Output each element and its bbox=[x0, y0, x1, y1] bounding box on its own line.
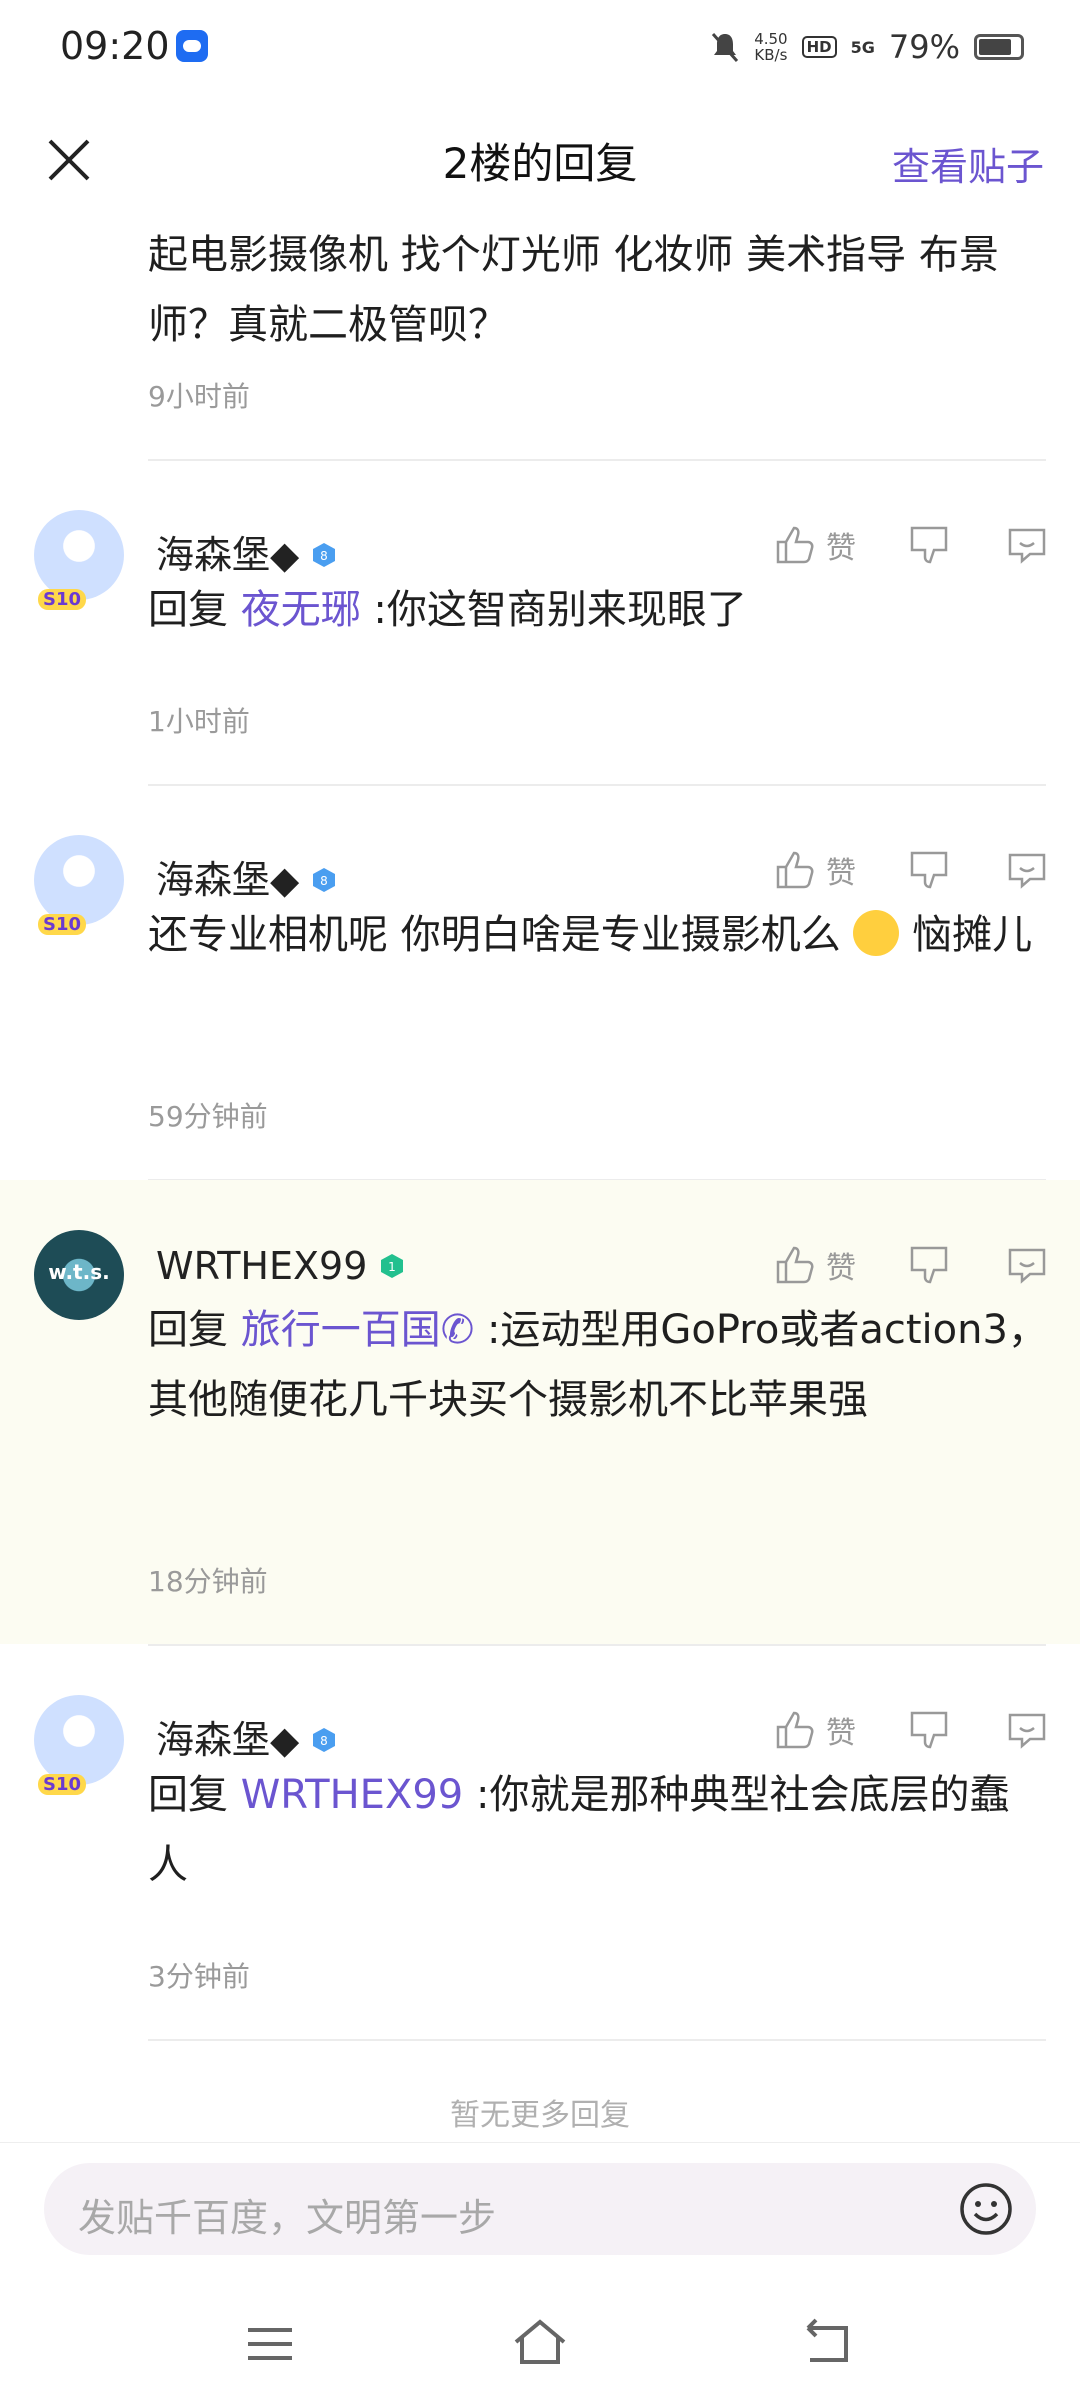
thumbs-up-icon bbox=[776, 1246, 814, 1284]
status-indicators: 4.50 KB/s HD 5G 79% bbox=[710, 28, 1024, 66]
back-icon[interactable] bbox=[796, 2314, 856, 2374]
like-button[interactable]: 赞 bbox=[772, 1242, 856, 1288]
username[interactable]: 海森堡◆ 8 bbox=[156, 524, 337, 579]
reply-item-highlighted[interactable]: w.t.s. WRTHEX99 1 赞 回复 旅行一百国✆ :运动型用GoPro或… bbox=[0, 1180, 1080, 1644]
reply-time: 1小时前 bbox=[148, 705, 250, 738]
level-badge-icon: 8 bbox=[313, 542, 336, 567]
mention-link[interactable]: WRTHEX99 bbox=[241, 1772, 464, 1818]
emoji-icon[interactable] bbox=[958, 2181, 1014, 2237]
reply-item[interactable]: S10 海森堡◆ 8 赞 还专业相机呢 你明白啥是专业摄影机么 恼摊儿 59分钟前 bbox=[0, 785, 1080, 1179]
avatar[interactable]: S10 bbox=[34, 835, 124, 935]
status-bar: 09:20 4.50 KB/s HD 5G 79% bbox=[0, 0, 1080, 100]
mute-bell-icon bbox=[712, 33, 739, 62]
reply-time: 3分钟前 bbox=[148, 1960, 250, 1993]
reply-actions: 赞 bbox=[772, 1707, 1050, 1753]
svg-text:8: 8 bbox=[320, 874, 328, 888]
reply-time: 18分钟前 bbox=[148, 1565, 268, 1598]
system-nav-bar bbox=[0, 2272, 1080, 2404]
level-badge-icon: 8 bbox=[313, 867, 336, 892]
thumbs-up-icon bbox=[776, 1711, 814, 1749]
reply-content: 还专业相机呢 你明白啥是专业摄影机么 恼摊儿 bbox=[148, 910, 1033, 958]
comment-input[interactable]: 发贴千百度，文明第一步 bbox=[44, 2163, 1036, 2255]
reply-content: 回复 旅行一百国✆ :运动型用GoPro或者action3，其他随便花几千块买个… bbox=[148, 1307, 1048, 1423]
thumbs-up-icon bbox=[776, 526, 814, 564]
reply-item[interactable]: S10 海森堡◆ 8 赞 回复 WRTHEX99 :你就是那种典型社会底层的蠢人 … bbox=[0, 1645, 1080, 2039]
reply-content: 回复 WRTHEX99 :你就是那种典型社会底层的蠢人 bbox=[148, 1772, 1010, 1888]
svg-text:1: 1 bbox=[389, 1260, 397, 1274]
avatar[interactable]: w.t.s. bbox=[34, 1230, 124, 1320]
reply-item[interactable]: S10 海森堡◆ 8 赞 回复 夜无琊 :你这智商别来现眼了 1小时前 bbox=[0, 460, 1080, 784]
svg-text:8: 8 bbox=[320, 549, 328, 563]
thumbs-down-icon[interactable] bbox=[906, 1242, 952, 1288]
username[interactable]: WRTHEX99 1 bbox=[156, 1244, 405, 1288]
network-speed: 4.50 KB/s bbox=[754, 30, 788, 64]
thumbs-up-icon bbox=[776, 851, 814, 889]
comment-icon[interactable] bbox=[1004, 847, 1050, 893]
like-button[interactable]: 赞 bbox=[772, 847, 856, 893]
like-button[interactable]: 赞 bbox=[772, 1707, 856, 1753]
comment-icon[interactable] bbox=[1004, 522, 1050, 568]
floor-comment-time: 9小时前 bbox=[148, 380, 250, 413]
mention-link[interactable]: 旅行一百国✆ bbox=[241, 1307, 475, 1353]
home-icon[interactable] bbox=[510, 2314, 570, 2374]
comment-icon[interactable] bbox=[1004, 1707, 1050, 1753]
hd-icon: HD bbox=[801, 36, 837, 58]
battery-icon bbox=[974, 34, 1024, 60]
reply-time: 59分钟前 bbox=[148, 1100, 268, 1133]
floor-comment-text: 起电影摄像机 找个灯光师 化妆师 美术指导 布景师？真就二极管呗？ bbox=[148, 232, 999, 348]
divider bbox=[148, 2039, 1046, 2041]
menu-icon[interactable] bbox=[240, 2314, 300, 2374]
thumbs-down-icon[interactable] bbox=[906, 522, 952, 568]
app-notification-icon bbox=[176, 30, 208, 62]
avatar[interactable]: S10 bbox=[34, 510, 124, 610]
avatar[interactable]: S10 bbox=[34, 1695, 124, 1795]
thumbs-down-icon[interactable] bbox=[906, 1707, 952, 1753]
level-badge-icon: 1 bbox=[381, 1253, 404, 1278]
username[interactable]: 海森堡◆ 8 bbox=[156, 849, 337, 904]
view-post-link[interactable]: 查看贴子 bbox=[892, 136, 1044, 191]
yawn-emoji-icon bbox=[853, 910, 900, 956]
comment-icon[interactable] bbox=[1004, 1242, 1050, 1288]
username[interactable]: 海森堡◆ 8 bbox=[156, 1709, 337, 1764]
level-badge-icon: 8 bbox=[313, 1727, 336, 1752]
no-more-replies: 暂无更多回复 bbox=[450, 2098, 630, 2133]
reply-actions: 赞 bbox=[772, 847, 1050, 893]
reply-content: 回复 夜无琊 :你这智商别来现眼了 bbox=[148, 587, 747, 633]
mention-link[interactable]: 夜无琊 bbox=[241, 587, 361, 633]
battery-percent: 79% bbox=[888, 28, 960, 66]
like-button[interactable]: 赞 bbox=[772, 522, 856, 568]
svg-text:8: 8 bbox=[320, 1734, 328, 1748]
header: 2楼的回复 查看贴子 bbox=[0, 100, 1080, 230]
status-time: 09:20 bbox=[60, 24, 170, 68]
signal-5g-icon: 5G bbox=[850, 37, 875, 57]
comment-input-bar: 发贴千百度，文明第一步 bbox=[0, 2142, 1080, 2273]
comment-input-placeholder: 发贴千百度，文明第一步 bbox=[78, 2196, 497, 2240]
thumbs-down-icon[interactable] bbox=[906, 847, 952, 893]
reply-actions: 赞 bbox=[772, 1242, 1050, 1288]
reply-actions: 赞 bbox=[772, 522, 1050, 568]
